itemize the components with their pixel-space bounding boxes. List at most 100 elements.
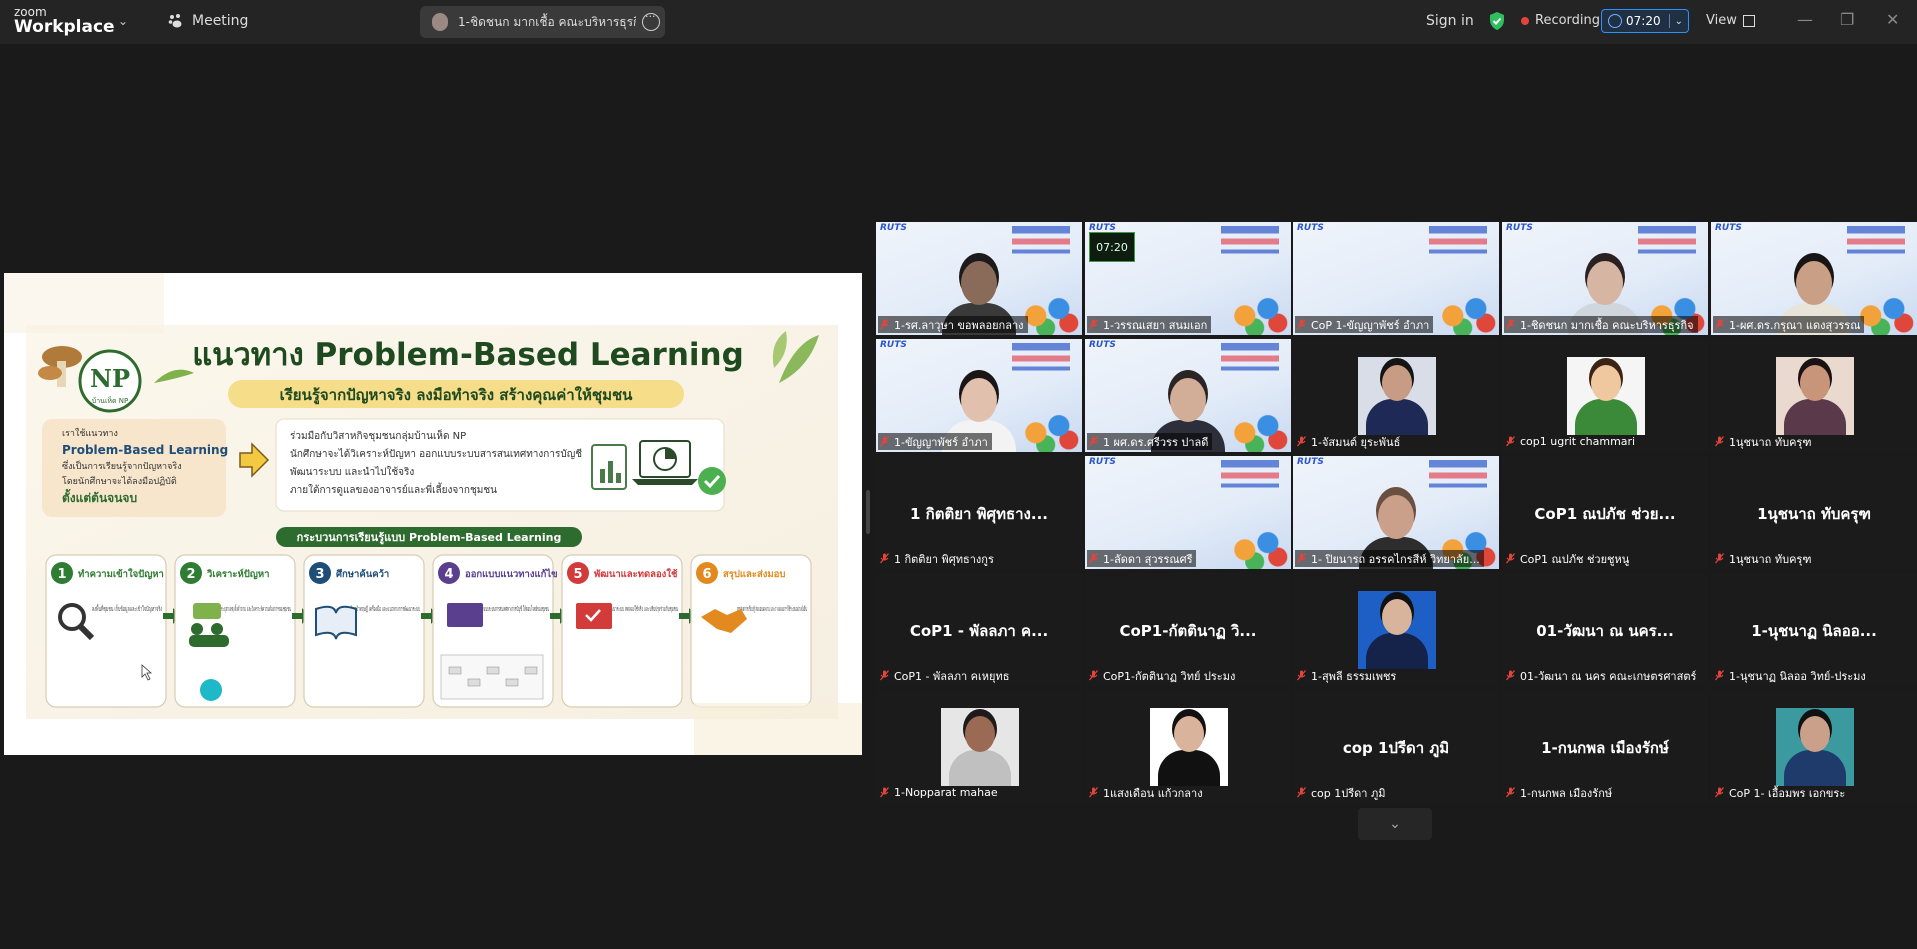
- participant-tile[interactable]: RUTS 1-ขัญญาพัชร์ อำภา: [876, 339, 1082, 452]
- participant-name-label: 1นุชนาถ ทับครุฑ: [1713, 433, 1815, 450]
- mic-muted-icon[interactable]: [1715, 436, 1724, 447]
- sign-in-button[interactable]: Sign in: [1426, 13, 1474, 29]
- participant-tile[interactable]: 1นุชนาถ ทับครุฑ 1นุชนาถ ทับครุฑ: [1711, 456, 1917, 569]
- step-title: พัฒนาและทดลองใช้: [594, 568, 678, 580]
- participant-name-label: cop 1ปรีดา ภูมิ: [1295, 784, 1389, 801]
- person-head: [961, 261, 997, 305]
- participant-tile[interactable]: RUTS 1- ปิยนารถ อรรคไกรสีห์ วิทยาลัย...: [1293, 456, 1499, 569]
- active-speaker-tab[interactable]: 1-ชิดชนก มากเชื้อ คณะบริหารธุรกิจ's scre…: [420, 6, 665, 38]
- recording-indicator[interactable]: Recording: [1521, 13, 1600, 28]
- participant-tile[interactable]: CoP1 ณปภัช ช่วย... CoP1 ณปภัช ช่วยชูหนู: [1502, 456, 1708, 569]
- participant-tile[interactable]: RUTS 07:20 1-วรรณเสยา สนมเอก: [1085, 222, 1291, 335]
- slide-subtitle: เรียนรู้จากปัญหาจริง ลงมือทำจริง สร้างคุ…: [280, 386, 634, 405]
- resize-handle[interactable]: [866, 490, 870, 534]
- participant-display-name: 1-กนกพล เมืองรักษ์: [1541, 739, 1669, 757]
- participant-tile[interactable]: 1-จัสมนต์ ยุระพันธ์: [1293, 339, 1499, 452]
- participant-tile[interactable]: 01-วัฒนา ณ นคร... 01-วัฒนา ณ นคร คณะเกษตร…: [1502, 573, 1708, 686]
- zoom-logo[interactable]: zoom Workplace: [14, 6, 115, 36]
- mic-muted-icon[interactable]: [1506, 670, 1515, 681]
- shared-screen[interactable]: NP บ้านเห็ด NP แนวทาง Problem-Based Lear…: [4, 273, 862, 755]
- mic-muted-icon[interactable]: [1297, 787, 1306, 798]
- meeting-tab[interactable]: Meeting: [168, 13, 248, 29]
- participant-avatar: [1776, 708, 1854, 786]
- participant-name: 01-วัฒนา ณ นคร คณะเกษตรศาสตร์: [1520, 669, 1697, 683]
- participant-name: 1-ชิดชนก มากเชื้อ คณะบริหารธุรกิจ: [1520, 318, 1694, 332]
- close-icon[interactable]: ✕: [1886, 10, 1899, 29]
- participant-name: cop1 ugrit chammari: [1520, 435, 1636, 448]
- logo-line2: Workplace: [14, 17, 115, 37]
- participant-tile[interactable]: 1 กิตติยา พิศุทธาง... 1 กิตติยา พิศุทธางก…: [876, 456, 1082, 569]
- view-button[interactable]: View: [1706, 13, 1755, 28]
- shield-check-icon[interactable]: [1488, 11, 1506, 31]
- participant-name: 1-รศ.ลาวุษา ขอพลอยกลาง: [894, 318, 1024, 332]
- participant-tile[interactable]: cop 1ปรีดา ภูมิ cop 1ปรีดา ภูมิ: [1293, 690, 1499, 803]
- bar-icon: [616, 473, 621, 483]
- mic-muted-icon[interactable]: [1715, 670, 1724, 681]
- participant-avatar: [1358, 591, 1436, 669]
- mic-muted-icon[interactable]: [1089, 787, 1098, 798]
- speaker-avatar: [432, 13, 448, 31]
- participant-tile[interactable]: RUTS 1 ผศ.ดร.ศรีวรร ปาลดี: [1085, 339, 1291, 452]
- mic-muted-icon[interactable]: [1089, 319, 1098, 330]
- mic-muted-icon[interactable]: [880, 553, 889, 564]
- mic-muted-icon[interactable]: [1715, 319, 1724, 330]
- chevron-down-icon: ⌄: [1389, 816, 1401, 832]
- avatar-body: [1366, 399, 1428, 435]
- mic-muted-icon[interactable]: [1506, 319, 1515, 330]
- participant-tile[interactable]: 1-กนกพล เมืองรักษ์ 1-กนกพล เมืองรักษ์: [1502, 690, 1708, 803]
- participant-tile[interactable]: RUTS CoP 1-ขัญญาพัชร์ อำภา: [1293, 222, 1499, 335]
- mic-muted-icon[interactable]: [880, 787, 889, 798]
- participant-tile[interactable]: RUTS 1-ผศ.ดร.กรุณา แดงสุวรรณ: [1711, 222, 1917, 335]
- step-title: ศึกษาค้นคว้า: [336, 568, 389, 580]
- timer-value: 07:20: [1626, 14, 1661, 28]
- participant-tile[interactable]: RUTS 1-ลัดดา สุวรรณศรี: [1085, 456, 1291, 569]
- participant-tile[interactable]: 1นุชนาถ ทับครุฑ: [1711, 339, 1917, 452]
- mic-muted-icon[interactable]: [1297, 553, 1306, 564]
- participant-tile[interactable]: RUTS 1-รศ.ลาวุษา ขอพลอยกลาง: [876, 222, 1082, 335]
- person-head: [1378, 495, 1414, 539]
- more-options-icon[interactable]: [642, 10, 660, 31]
- scroll-down-button[interactable]: ⌄: [1358, 808, 1432, 840]
- mic-muted-icon[interactable]: [1506, 787, 1515, 798]
- minimize-icon[interactable]: —: [1797, 10, 1813, 29]
- participant-tile[interactable]: 1-นุชนาฏ นิลออ... 1-นุชนาฏ นิลออ วิทย์-ปร…: [1711, 573, 1917, 686]
- participant-tile[interactable]: cop1 ugrit chammari: [1502, 339, 1708, 452]
- mic-muted-icon[interactable]: [1297, 319, 1306, 330]
- mic-muted-icon[interactable]: [1297, 670, 1306, 681]
- chevron-down-icon[interactable]: ⌄: [118, 14, 128, 28]
- participant-tile[interactable]: 1-Nopparat mahae: [876, 690, 1082, 803]
- participant-tile[interactable]: RUTS 1-ชิดชนก มากเชื้อ คณะบริหารธุรกิจ: [1502, 222, 1708, 335]
- mic-muted-icon[interactable]: [1297, 436, 1306, 447]
- flowchart-node: [486, 666, 500, 675]
- participant-tile[interactable]: 1-สุพลี ธรรมเพชร: [1293, 573, 1499, 686]
- mic-muted-icon[interactable]: [880, 319, 889, 330]
- participant-name: 1- ปิยนารถ อรรคไกรสีห์ วิทยาลัย...: [1311, 552, 1480, 566]
- participant-tile[interactable]: 1แสงเดือน แก้วกลาง: [1085, 690, 1291, 803]
- avatar-body: [1366, 633, 1428, 669]
- people-body: [189, 635, 229, 647]
- maximize-icon[interactable]: ❐: [1840, 10, 1854, 29]
- mic-muted-icon[interactable]: [1506, 553, 1515, 564]
- rut-logo: RUTS: [1506, 223, 1533, 233]
- participant-tile[interactable]: CoP 1- เอื้อมพร เอกขระ: [1711, 690, 1917, 803]
- chevron-down-icon[interactable]: ⌄: [1675, 16, 1683, 27]
- avatar-head: [965, 716, 995, 752]
- mic-muted-icon[interactable]: [1715, 553, 1724, 564]
- mic-muted-icon[interactable]: [1715, 787, 1724, 798]
- participant-display-name: CoP1 - พัลลภา ค...: [909, 622, 1049, 640]
- participant-display-name: cop 1ปรีดา ภูมิ: [1342, 739, 1450, 757]
- participant-tile[interactable]: CoP1 - พัลลภา ค... CoP1 - พัลลภา คเหยุทธ: [876, 573, 1082, 686]
- mic-muted-icon[interactable]: [1089, 553, 1098, 564]
- mic-muted-icon[interactable]: [1089, 670, 1098, 681]
- mic-muted-icon[interactable]: [1506, 436, 1515, 447]
- avatar-head: [1382, 599, 1412, 635]
- intro-line-2: Problem-Based Learning: [62, 443, 228, 457]
- participant-tile[interactable]: CoP1-กัตตินาฏ วิ... CoP1-กัตตินาฏ วิทย์ ป…: [1085, 573, 1291, 686]
- mic-muted-icon[interactable]: [880, 436, 889, 447]
- mic-muted-icon[interactable]: [1089, 436, 1098, 447]
- step-number: 1: [57, 567, 66, 582]
- book-icon: [315, 605, 357, 640]
- mic-muted-icon[interactable]: [880, 670, 889, 681]
- meeting-timer[interactable]: 07:20 ⌄: [1601, 9, 1689, 33]
- participant-display-name: CoP1-กัตตินาฏ วิ...: [1119, 622, 1257, 640]
